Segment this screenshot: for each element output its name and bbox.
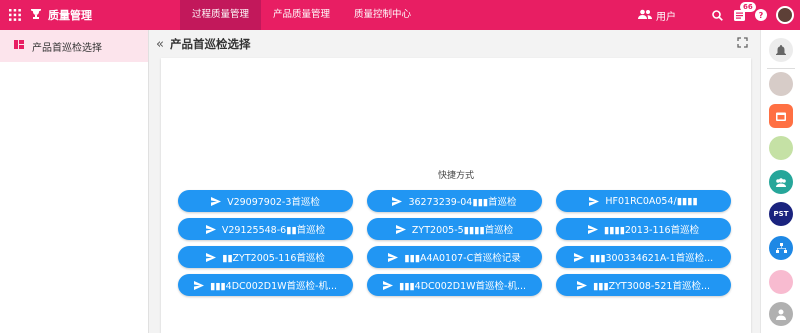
- right-rail: PST: [760, 30, 800, 333]
- send-icon: [193, 280, 204, 290]
- quick-button[interactable]: ZYT2005-5▮▮▮▮首巡检: [367, 218, 542, 240]
- quick-access-label: 快捷方式: [437, 171, 474, 181]
- send-icon: [206, 252, 217, 262]
- quick-button[interactable]: ▮▮▮300334621A-1首巡检...: [556, 246, 731, 268]
- app-title: 质量管理: [48, 9, 92, 22]
- dashboard-icon: [14, 40, 24, 52]
- quick-button[interactable]: ▮▮▮▮2013-116首巡检: [556, 218, 731, 240]
- send-icon: [573, 252, 584, 262]
- header-actions: 用户 66 ?: [638, 0, 800, 30]
- nav-item-process-quality[interactable]: 过程质量管理: [180, 0, 262, 30]
- quick-access-grid: V29097902-3首巡检 36273239-04▮▮▮首巡检 HF01RC0…: [178, 190, 731, 296]
- contact-avatar[interactable]: [769, 270, 793, 294]
- page-title: 产品首巡检选择: [169, 37, 251, 51]
- users-icon: [638, 9, 652, 22]
- sidebar-item-label: 产品首巡检选择: [32, 42, 102, 54]
- send-icon: [205, 224, 216, 234]
- collapse-icon[interactable]: «: [156, 37, 164, 52]
- person-icon[interactable]: [769, 302, 793, 326]
- quick-button[interactable]: ▮▮ZYT2005-116首巡检: [178, 246, 353, 268]
- app-brand[interactable]: 质量管理: [30, 7, 150, 23]
- content-card: 快捷方式 V29097902-3首巡检 36273239-04▮▮▮首巡检 HF…: [161, 58, 751, 333]
- user-avatar[interactable]: [776, 6, 794, 24]
- bell-icon[interactable]: [769, 38, 793, 62]
- search-icon: [711, 9, 723, 21]
- quick-button[interactable]: V29125548-6▮▮首巡检: [178, 218, 353, 240]
- pst-icon[interactable]: PST: [769, 202, 793, 226]
- search-button[interactable]: [706, 0, 728, 30]
- quick-button[interactable]: ▮▮▮4DC002D1W首巡检-机...: [178, 274, 353, 296]
- user-menu[interactable]: 用户: [638, 8, 676, 23]
- send-icon: [395, 224, 406, 234]
- group-icon[interactable]: [769, 170, 793, 194]
- calendar-icon[interactable]: [769, 104, 793, 128]
- quick-button[interactable]: HF01RC0A054/▮▮▮▮: [556, 190, 731, 212]
- page-header: « 产品首巡检选择: [150, 30, 760, 58]
- fullscreen-icon[interactable]: [737, 37, 748, 51]
- send-icon: [382, 280, 393, 290]
- help-button[interactable]: ?: [750, 0, 772, 30]
- notifications-button[interactable]: 66: [728, 0, 756, 30]
- nav-item-quality-control[interactable]: 质量控制中心: [342, 0, 423, 30]
- user-label: 用户: [656, 11, 676, 23]
- send-icon: [587, 224, 598, 234]
- send-icon: [392, 196, 403, 206]
- send-icon: [576, 280, 587, 290]
- quick-button[interactable]: ▮▮▮A4A0107-C首巡检记录: [367, 246, 542, 268]
- contact-avatar[interactable]: [769, 72, 793, 96]
- send-icon: [211, 196, 222, 206]
- nav-item-product-quality[interactable]: 产品质量管理: [261, 0, 342, 30]
- top-bar: 质量管理 过程质量管理 产品质量管理 质量控制中心 用户 66 ?: [0, 0, 800, 30]
- rail-divider: [767, 68, 795, 69]
- help-icon: ?: [755, 9, 767, 21]
- contact-avatar[interactable]: [769, 136, 793, 160]
- trophy-icon: [30, 8, 42, 23]
- quick-button[interactable]: ▮▮▮ZYT3008-521首巡检...: [556, 274, 731, 296]
- main-nav: 过程质量管理 产品质量管理 质量控制中心: [180, 0, 423, 30]
- send-icon: [589, 196, 600, 206]
- svg-text:?: ?: [759, 11, 764, 20]
- quick-button[interactable]: ▮▮▮4DC002D1W首巡检-机...: [367, 274, 542, 296]
- apps-grid-icon[interactable]: [0, 0, 30, 30]
- quick-button[interactable]: V29097902-3首巡检: [178, 190, 353, 212]
- sidebar-item-product-inspection[interactable]: 产品首巡检选择: [0, 30, 148, 62]
- quick-button[interactable]: 36273239-04▮▮▮首巡检: [367, 190, 542, 212]
- send-icon: [388, 252, 399, 262]
- sidebar: 产品首巡检选择: [0, 30, 149, 333]
- org-chart-icon[interactable]: [769, 236, 793, 260]
